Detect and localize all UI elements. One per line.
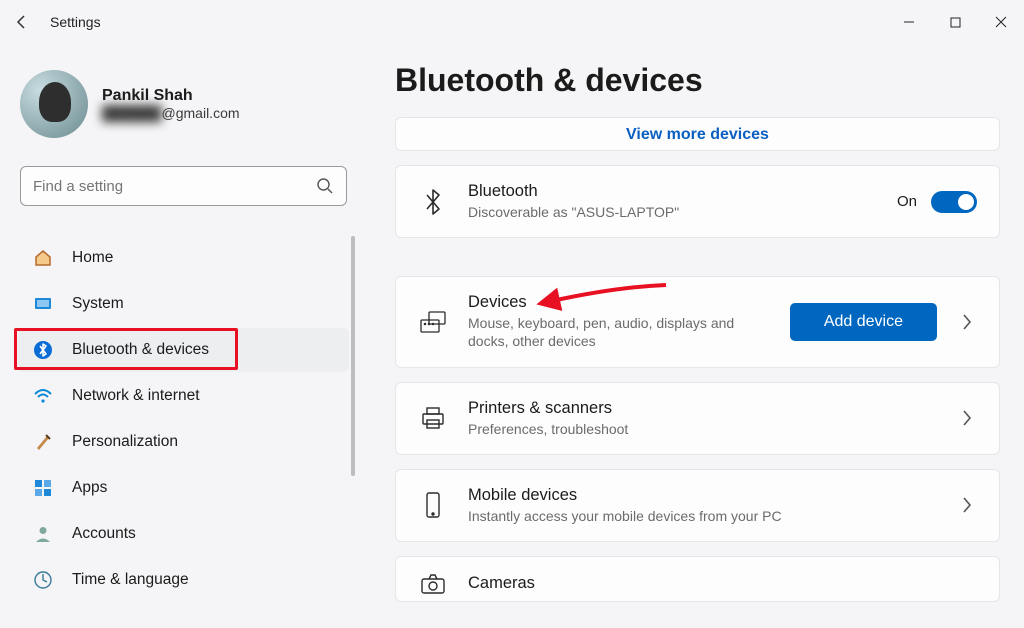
sidebar-scrollbar[interactable] — [351, 236, 355, 476]
bluetooth-toggle[interactable] — [931, 191, 977, 213]
printers-card[interactable]: Printers & scanners Preferences, trouble… — [395, 382, 1000, 455]
devices-title: Devices — [468, 293, 770, 312]
main-content: Bluetooth & devices View more devices Bl… — [365, 44, 1024, 628]
search-icon — [316, 177, 334, 195]
mobile-title: Mobile devices — [468, 486, 937, 505]
back-button[interactable] — [0, 0, 44, 44]
avatar — [20, 70, 88, 138]
mobile-sub: Instantly access your mobile devices fro… — [468, 507, 937, 525]
printers-sub: Preferences, troubleshoot — [468, 420, 937, 438]
sidebar-item-label: Home — [72, 249, 113, 267]
profile-name: Pankil Shah — [102, 87, 240, 105]
bluetooth-state-label: On — [897, 193, 917, 210]
titlebar: Settings — [0, 0, 1024, 44]
window-controls — [886, 5, 1024, 39]
sidebar-item-home[interactable]: Home — [18, 236, 349, 280]
sidebar: Pankil Shah ██████@gmail.com Home System… — [0, 44, 365, 628]
view-more-link[interactable]: View more devices — [626, 126, 769, 143]
sidebar-nav: Home System Bluetooth & devices Network … — [14, 234, 353, 604]
maximize-icon — [950, 17, 961, 28]
mobile-devices-card[interactable]: Mobile devices Instantly access your mob… — [395, 469, 1000, 542]
printers-title: Printers & scanners — [468, 399, 937, 418]
sidebar-item-network[interactable]: Network & internet — [18, 374, 349, 418]
system-icon — [32, 293, 54, 315]
sidebar-item-system[interactable]: System — [18, 282, 349, 326]
cameras-title: Cameras — [468, 574, 977, 593]
sidebar-item-label: Network & internet — [72, 387, 200, 405]
paintbrush-icon — [32, 431, 54, 453]
phone-icon — [418, 491, 448, 519]
cameras-card[interactable]: Cameras — [395, 556, 1000, 602]
devices-card[interactable]: Devices Mouse, keyboard, pen, audio, dis… — [395, 276, 1000, 367]
sidebar-item-label: Time & language — [72, 571, 189, 589]
sidebar-item-label: Personalization — [72, 433, 178, 451]
page-title: Bluetooth & devices — [395, 62, 1000, 99]
profile-email: ██████@gmail.com — [102, 105, 240, 121]
person-icon — [32, 523, 54, 545]
chevron-right-icon — [957, 409, 977, 427]
camera-icon — [418, 573, 448, 595]
close-button[interactable] — [978, 5, 1024, 39]
bluetooth-symbol-icon — [418, 188, 448, 216]
sidebar-item-personalization[interactable]: Personalization — [18, 420, 349, 464]
sidebar-item-apps[interactable]: Apps — [18, 466, 349, 510]
bluetooth-sub: Discoverable as "ASUS-LAPTOP" — [468, 203, 877, 221]
close-icon — [995, 16, 1007, 28]
bluetooth-title: Bluetooth — [468, 182, 877, 201]
sidebar-item-label: Bluetooth & devices — [72, 341, 209, 359]
sidebar-item-label: Apps — [72, 479, 107, 497]
bluetooth-card[interactable]: Bluetooth Discoverable as "ASUS-LAPTOP" … — [395, 165, 1000, 238]
sidebar-item-accounts[interactable]: Accounts — [18, 512, 349, 556]
clock-globe-icon — [32, 569, 54, 591]
apps-icon — [32, 477, 54, 499]
view-more-card[interactable]: View more devices — [395, 117, 1000, 151]
chevron-right-icon — [957, 313, 977, 331]
printer-icon — [418, 406, 448, 430]
search-input[interactable] — [33, 178, 316, 195]
arrow-left-icon — [14, 14, 30, 30]
maximize-button[interactable] — [932, 5, 978, 39]
minimize-icon — [903, 16, 915, 28]
devices-sub: Mouse, keyboard, pen, audio, displays an… — [468, 314, 770, 350]
add-device-button[interactable]: Add device — [790, 303, 937, 341]
sidebar-item-label: Accounts — [72, 525, 136, 543]
sidebar-item-label: System — [72, 295, 124, 313]
wifi-icon — [32, 385, 54, 407]
minimize-button[interactable] — [886, 5, 932, 39]
devices-icon — [418, 310, 448, 334]
window-title: Settings — [50, 14, 101, 30]
sidebar-item-time-language[interactable]: Time & language — [18, 558, 349, 602]
bluetooth-icon — [32, 339, 54, 361]
chevron-right-icon — [957, 496, 977, 514]
sidebar-item-bluetooth-devices[interactable]: Bluetooth & devices — [18, 328, 349, 372]
profile-block[interactable]: Pankil Shah ██████@gmail.com — [14, 52, 353, 148]
home-icon — [32, 247, 54, 269]
search-box[interactable] — [20, 166, 347, 206]
